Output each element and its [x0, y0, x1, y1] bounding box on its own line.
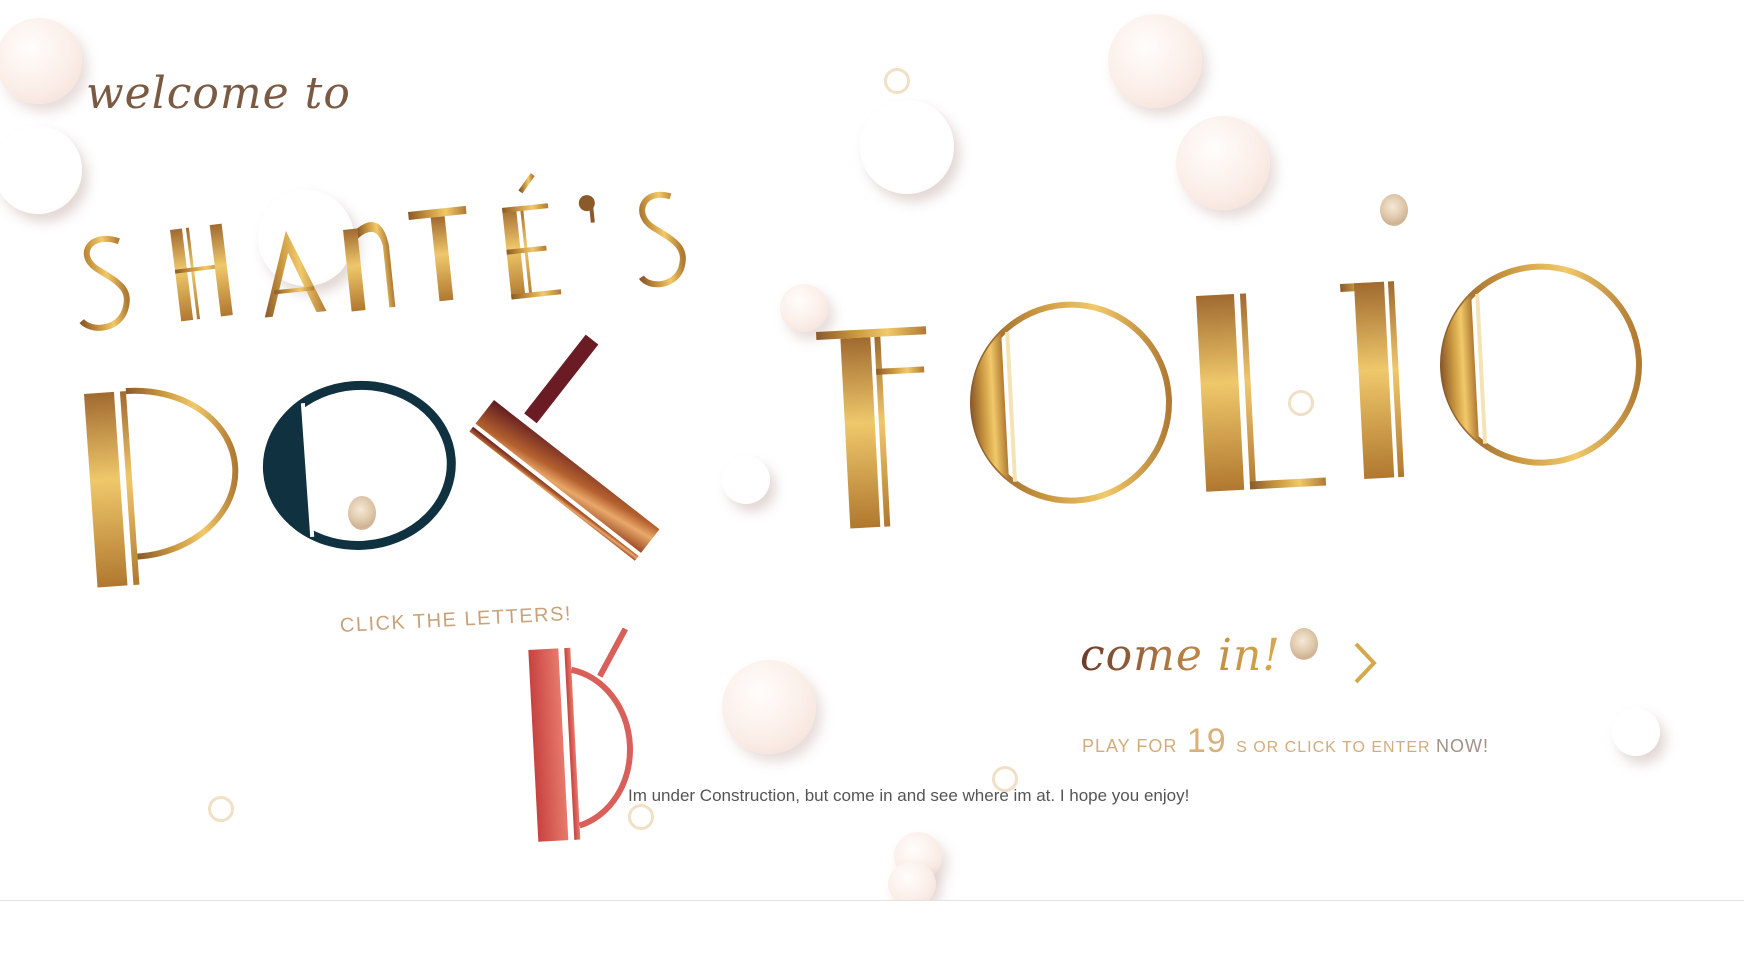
letter-n[interactable] — [343, 220, 396, 312]
owner-name — [71, 173, 686, 331]
letter-p[interactable] — [84, 384, 243, 588]
letter-t-wine[interactable] — [469, 315, 726, 561]
play-now: NOW! — [1436, 736, 1490, 756]
chevron-right-icon[interactable] — [1350, 640, 1380, 686]
play-prefix: PLAY FOR — [1082, 736, 1178, 756]
construction-note: Im under Construction, but come in and s… — [628, 786, 1190, 805]
letter-o-navy[interactable] — [258, 379, 456, 552]
letter-o1[interactable] — [966, 300, 1174, 506]
title-letters — [71, 173, 1644, 842]
letter-i[interactable] — [1340, 281, 1405, 480]
letter-s2[interactable] — [630, 191, 686, 288]
letter-a[interactable] — [256, 228, 327, 318]
letter-s1[interactable] — [71, 235, 131, 331]
footer-divider — [0, 900, 1744, 901]
letter-o2[interactable] — [1436, 262, 1644, 468]
countdown-line[interactable]: PLAY FOR 19 S OR CLICK TO ENTER NOW! — [1082, 722, 1489, 761]
come-in-link[interactable]: come in! — [1080, 630, 1281, 681]
letter-l[interactable] — [1196, 290, 1327, 492]
landing-stage: welcome to CLICK THE LETTERS! come in! P… — [0, 0, 1744, 900]
letter-f[interactable] — [816, 326, 936, 529]
countdown-number: 19 — [1186, 722, 1227, 760]
letter-e-accent[interactable] — [499, 173, 562, 300]
play-suffix: S OR CLICK TO ENTER — [1236, 739, 1431, 756]
folio-word — [816, 262, 1644, 529]
letter-r-coral[interactable] — [527, 627, 636, 842]
port-word — [84, 315, 726, 842]
letter-t[interactable] — [408, 205, 475, 304]
apostrophe — [578, 195, 595, 223]
letter-h[interactable] — [170, 223, 233, 322]
